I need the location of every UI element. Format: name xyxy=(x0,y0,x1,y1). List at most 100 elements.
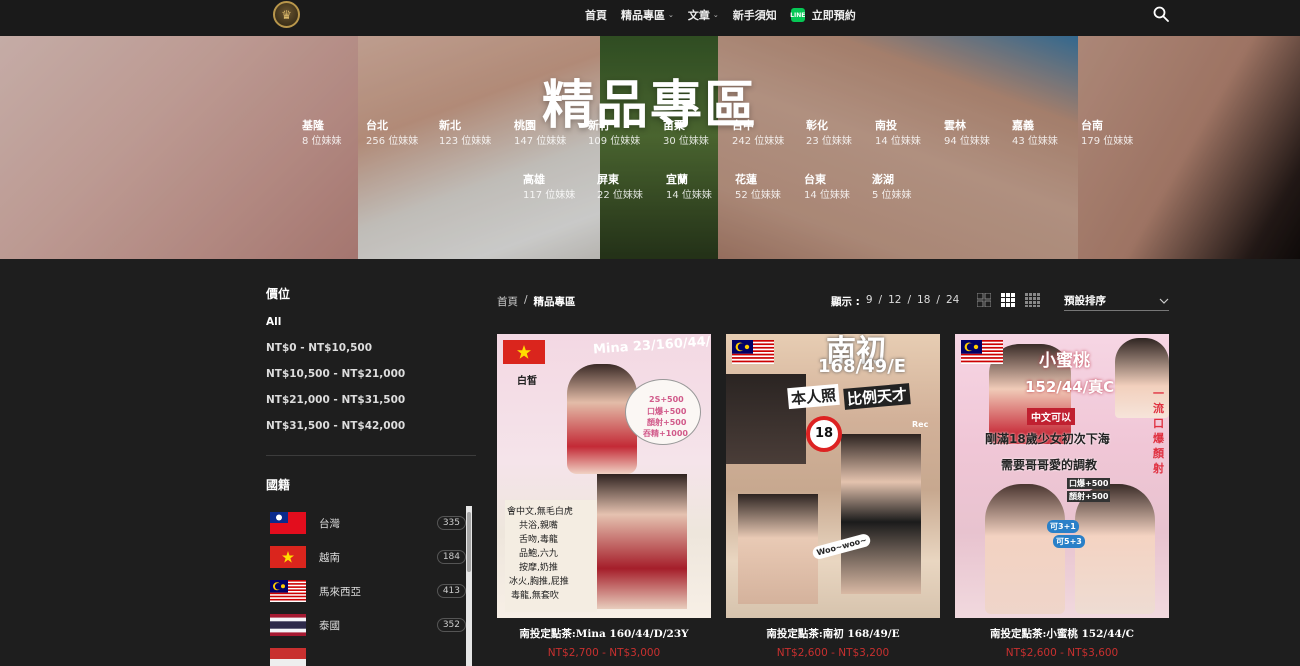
product-overlay-text: 顏射+500 xyxy=(647,418,687,427)
price-option-all[interactable]: All xyxy=(266,315,476,341)
grid-view-toggles xyxy=(977,293,1041,307)
price-option[interactable]: NT$21,000 - NT$31,500 xyxy=(266,393,476,419)
product-overlay-text: 一流口爆顏射 xyxy=(1153,387,1164,475)
region-count: 14 位妹妹 xyxy=(804,190,850,201)
nav-item-products[interactable]: 精品專區 ⌄ xyxy=(621,7,674,23)
per-page-option[interactable]: 24 xyxy=(946,294,959,309)
region-link-changhua[interactable]: 彰化 23 位妹妹 xyxy=(806,118,852,150)
product-title[interactable]: 南投定點茶:南初 168/49/E xyxy=(726,626,940,641)
nationality-count: 184 xyxy=(436,550,466,564)
malaysia-flag-icon xyxy=(270,580,306,602)
price-option[interactable]: NT$0 - NT$10,500 xyxy=(266,341,476,367)
region-name: 彰化 xyxy=(806,119,828,132)
region-link-taoyuan[interactable]: 桃園 147 位妹妹 xyxy=(514,118,566,150)
region-name: 宜蘭 xyxy=(666,173,688,186)
region-link-kaohsiung[interactable]: 高雄 117 位妹妹 xyxy=(523,172,575,204)
price-option[interactable]: NT$10,500 - NT$21,000 xyxy=(266,367,476,393)
region-count: 14 位妹妹 xyxy=(875,136,921,147)
model-photo xyxy=(985,484,1065,614)
region-link-penghu[interactable]: 澎湖 5 位妹妹 xyxy=(872,172,912,204)
region-link-miaoli[interactable]: 苗栗 30 位妹妹 xyxy=(663,118,709,150)
price-filter-title: 價位 xyxy=(266,287,291,301)
region-count: 52 位妹妹 xyxy=(735,190,781,201)
region-count: 23 位妹妹 xyxy=(806,136,852,147)
product-overlay-text: 需要哥哥愛的調教 xyxy=(1001,458,1098,472)
nationality-count: 352 xyxy=(436,618,466,632)
model-photo xyxy=(1075,484,1155,614)
nav-item-book-now[interactable]: LINE 立即預約 xyxy=(790,7,856,23)
hero-banner: 精品專區 基隆 8 位妹妹 台北 256 位妹妹 新北 123 位妹妹 桃園 147 位… xyxy=(0,36,1300,259)
region-link-tainan[interactable]: 台南 179 位妹妹 xyxy=(1081,118,1133,150)
region-link-new-taipei[interactable]: 新北 123 位妹妹 xyxy=(439,118,491,150)
nationality-option-partial[interactable] xyxy=(266,642,476,666)
product-image[interactable]: Mina 23/160/44/D 白皙 2S+500 口爆+500 顏射+500… xyxy=(497,334,711,618)
product-overlay-text: 會中文,無毛白虎 xyxy=(507,507,573,517)
grid-4col-icon[interactable] xyxy=(1025,293,1041,307)
main-nav: 首頁 精品專區 ⌄ 文章 ⌄ 新手須知 LINE 立即預約 xyxy=(585,0,856,30)
region-link-taitung[interactable]: 台東 14 位妹妹 xyxy=(804,172,850,204)
scrollbar-thumb[interactable] xyxy=(467,512,471,572)
region-link-chiayi[interactable]: 嘉義 43 位妹妹 xyxy=(1012,118,1058,150)
region-link-hualien[interactable]: 花蓮 52 位妹妹 xyxy=(735,172,781,204)
product-card[interactable]: 小蜜桃 152/44/真C 中文可以 剛滿18歲少女初次下海 需要哥哥愛的調教 … xyxy=(955,334,1169,659)
nationality-name: 越南 xyxy=(319,551,340,564)
product-overlay-text: 本人照 xyxy=(787,383,840,410)
region-name: 屏東 xyxy=(597,173,619,186)
grid-3col-icon[interactable] xyxy=(1001,293,1015,307)
price-option[interactable]: NT$31,500 - NT$42,000 xyxy=(266,419,476,445)
region-name: 台南 xyxy=(1081,119,1103,132)
product-overlay-text: 152/44/真C xyxy=(1025,378,1115,396)
region-link-nantou[interactable]: 南投 14 位妹妹 xyxy=(875,118,921,150)
region-name: 澎湖 xyxy=(872,173,894,186)
product-title[interactable]: 南投定點茶:Mina 160/44/D/23Y xyxy=(497,626,711,641)
product-title[interactable]: 南投定點茶:小蜜桃 152/44/C xyxy=(955,626,1169,641)
product-price: NT$2,600 - NT$3,200 xyxy=(776,647,890,659)
search-icon[interactable] xyxy=(1153,6,1169,22)
nav-item-articles[interactable]: 文章 ⌄ xyxy=(688,7,719,23)
region-link-yunlin[interactable]: 雲林 94 位妹妹 xyxy=(944,118,990,150)
nationality-count: 413 xyxy=(436,584,466,598)
region-link-taichung[interactable]: 台中 242 位妹妹 xyxy=(732,118,784,150)
region-link-taipei[interactable]: 台北 256 位妹妹 xyxy=(366,118,418,150)
product-card[interactable]: Mina 23/160/44/D 白皙 2S+500 口爆+500 顏射+500… xyxy=(497,334,711,659)
region-name: 新竹 xyxy=(588,119,610,132)
product-image[interactable]: 南初 168/49/E 本人照 比例天才 18 Rec Woo~woo~ xyxy=(726,334,940,618)
region-name: 嘉義 xyxy=(1012,119,1034,132)
region-count: 147 位妹妹 xyxy=(514,136,567,147)
per-page-option[interactable]: 12 xyxy=(888,294,901,309)
per-page-option[interactable]: 18 xyxy=(917,294,930,309)
site-logo-icon[interactable]: ♛ xyxy=(273,1,300,28)
per-page-option[interactable]: 9 xyxy=(866,294,873,309)
grid-2col-icon[interactable] xyxy=(977,293,991,307)
region-link-keelung[interactable]: 基隆 8 位妹妹 xyxy=(302,118,342,150)
nationality-option-malaysia[interactable]: 馬來西亞 413 xyxy=(266,574,476,608)
line-icon: LINE xyxy=(790,8,805,22)
region-name: 台東 xyxy=(804,173,826,186)
region-link-yilan[interactable]: 宜蘭 14 位妹妹 xyxy=(666,172,712,204)
nav-item-home[interactable]: 首頁 xyxy=(585,7,607,23)
region-link-pingtung[interactable]: 屏東 22 位妹妹 xyxy=(597,172,643,204)
region-name: 台中 xyxy=(732,119,754,132)
nationality-option-thailand[interactable]: 泰國 352 xyxy=(266,608,476,642)
region-name: 雲林 xyxy=(944,119,966,132)
region-count: 5 位妹妹 xyxy=(872,190,912,201)
nationality-option-vietnam[interactable]: 越南 184 xyxy=(266,540,476,574)
region-link-hsinchu[interactable]: 新竹 109 位妹妹 xyxy=(588,118,640,150)
region-count: 256 位妹妹 xyxy=(366,136,419,147)
product-overlay-text: 白皙 xyxy=(517,376,537,387)
nav-item-guide[interactable]: 新手須知 xyxy=(733,7,777,23)
malaysia-flag-icon xyxy=(732,340,774,364)
nationality-option-taiwan[interactable]: 台灣 335 xyxy=(266,506,476,540)
per-page-separator: / xyxy=(878,294,883,306)
nav-label: 文章 xyxy=(687,9,710,22)
sort-select[interactable]: 預設排序 xyxy=(1064,291,1169,311)
product-card[interactable]: 南初 168/49/E 本人照 比例天才 18 Rec Woo~woo~ 南投定… xyxy=(726,334,940,659)
product-overlay-text: 比例天才 xyxy=(843,383,911,410)
product-image[interactable]: 小蜜桃 152/44/真C 中文可以 剛滿18歲少女初次下海 需要哥哥愛的調教 … xyxy=(955,334,1169,618)
malaysia-flag-icon xyxy=(961,340,1003,364)
scrollbar[interactable] xyxy=(466,506,472,666)
breadcrumb-home[interactable]: 首頁 xyxy=(497,294,518,309)
region-count: 117 位妹妹 xyxy=(523,190,576,201)
per-page-selector: 顯示 : 9 / 12 / 18 / 24 xyxy=(831,294,959,309)
show-label: 顯示 : xyxy=(831,296,860,308)
